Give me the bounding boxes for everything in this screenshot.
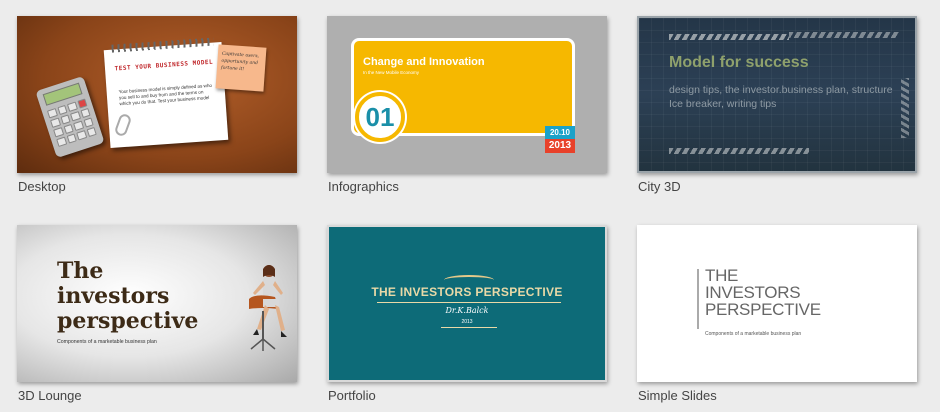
portfolio-title: THE INVESTORS PERSPECTIVE bbox=[371, 285, 563, 299]
city-text: design tips, the investor.business plan,… bbox=[669, 84, 893, 110]
portfolio-author: Dr.K.Balck bbox=[445, 306, 489, 315]
template-card-city-3d[interactable]: Model for success design tips, the inves… bbox=[637, 16, 917, 194]
simple-title: THE INVESTORS PERSPECTIVE bbox=[705, 266, 821, 319]
template-card-infographics[interactable]: Change and Innovation In the New Mobile … bbox=[327, 16, 607, 194]
city-title: Model for success bbox=[669, 54, 809, 71]
woman-on-chair-image bbox=[249, 265, 287, 351]
simple-subtitle: Components of a marketable business plan bbox=[705, 331, 802, 337]
template-card-desktop[interactable]: TEST YOUR BUSINESS MODEL Your business m… bbox=[17, 16, 297, 194]
info-number-circle: 01 bbox=[355, 92, 405, 142]
chalk-stroke bbox=[669, 148, 809, 154]
template-thumbnail-portfolio[interactable]: THE INVESTORS PERSPECTIVE Dr.K.Balck 201… bbox=[327, 225, 607, 382]
notepad-title: TEST YOUR BUSINESS MODEL bbox=[114, 58, 214, 73]
chalk-stroke bbox=[901, 78, 909, 138]
template-thumbnail-desktop[interactable]: TEST YOUR BUSINESS MODEL Your business m… bbox=[17, 16, 297, 173]
info-title: Change and Innovation bbox=[363, 56, 485, 68]
template-label[interactable]: Infographics bbox=[328, 179, 399, 194]
chalk-stroke bbox=[669, 34, 789, 40]
template-card-simple-slides[interactable]: THE INVESTORS PERSPECTIVE Components of a … bbox=[637, 225, 917, 403]
info-year-badge: 2013 bbox=[545, 139, 575, 153]
template-thumbnail-3d-lounge[interactable]: The investors perspective Components of a … bbox=[17, 225, 297, 382]
calculator-image bbox=[35, 75, 105, 159]
info-number: 01 bbox=[365, 102, 395, 132]
template-card-portfolio[interactable]: THE INVESTORS PERSPECTIVE Dr.K.Balck 201… bbox=[327, 225, 607, 403]
chalk-stroke bbox=[789, 32, 899, 38]
notepad-body: Your business model is simply defined as… bbox=[118, 82, 213, 107]
lounge-title: The investors perspective bbox=[57, 258, 199, 334]
template-label[interactable]: Desktop bbox=[18, 179, 66, 194]
vertical-rule bbox=[697, 269, 699, 329]
template-label[interactable]: City 3D bbox=[638, 179, 681, 194]
divider bbox=[441, 327, 497, 328]
template-thumbnail-simple-slides[interactable]: THE INVESTORS PERSPECTIVE Components of a … bbox=[637, 225, 917, 382]
template-label[interactable]: Portfolio bbox=[328, 388, 376, 403]
info-date-badge: 20.10 bbox=[545, 126, 575, 139]
template-thumbnail-city-3d[interactable]: Model for success design tips, the inves… bbox=[637, 16, 917, 173]
template-label[interactable]: 3D Lounge bbox=[18, 388, 82, 403]
template-card-3d-lounge[interactable]: The investors perspective Components of a … bbox=[17, 225, 297, 403]
ornament-icon bbox=[444, 275, 494, 285]
sticky-note: Captivate users, opportunity and fortune… bbox=[215, 44, 267, 92]
info-subtitle: In the New Mobile Economy bbox=[363, 70, 420, 75]
template-label[interactable]: Simple Slides bbox=[638, 388, 717, 403]
lounge-subtitle: Components of a marketable business plan bbox=[57, 339, 157, 345]
template-thumbnail-infographics[interactable]: Change and Innovation In the New Mobile … bbox=[327, 16, 607, 173]
portfolio-year: 2013 bbox=[461, 319, 473, 325]
divider bbox=[377, 302, 561, 303]
